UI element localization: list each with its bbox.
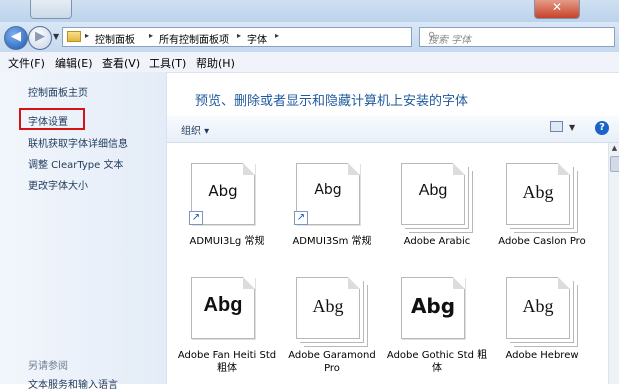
chevron-right-icon[interactable]: ▸ (149, 31, 153, 40)
menu-help[interactable]: 帮助(H) (196, 55, 235, 71)
font-item[interactable]: Abg Adobe Fan Heiti Std 粗体 (175, 267, 279, 387)
control-panel-icon (67, 31, 81, 42)
font-name: Adobe Caslon Pro (498, 236, 586, 247)
font-name: ADMUI3Sm 常规 (292, 236, 372, 247)
font-item[interactable]: Abg Adobe Hebrew (490, 267, 594, 387)
font-preview-text: Abg (312, 296, 344, 316)
arrow-right-icon: ▶ (35, 29, 45, 44)
font-name: Adobe Arabic (403, 236, 471, 247)
command-bar: 组织 ▾ ▼ ? (167, 116, 619, 143)
font-preview: Abg (191, 277, 255, 339)
font-name: Adobe Fan Heiti Std 粗体 (177, 350, 277, 374)
font-name: Adobe Hebrew (505, 350, 579, 361)
font-preview: Abg (401, 163, 465, 225)
font-list: Abg ↗ ADMUI3Lg 常规 Abg ↗ ADMUI3Sm 常规 Abg … (167, 143, 608, 384)
font-preview-text: Abg (410, 294, 456, 318)
breadcrumb-all-items[interactable]: 所有控制面板项 (159, 31, 229, 46)
font-preview: Abg (296, 277, 360, 339)
chevron-right-icon[interactable]: ▸ (275, 31, 279, 40)
shortcut-arrow-icon: ↗ (189, 211, 203, 225)
address-bar[interactable]: ▸ 控制面板 ▸ 所有控制面板项 ▸ 字体 ▸ ▼ ⟳ (62, 27, 471, 47)
font-item[interactable]: Abg ↗ ADMUI3Sm 常规 (280, 153, 384, 273)
search-input[interactable]: 搜索 字体 ⚲ (419, 27, 615, 47)
scrollbar-thumb[interactable] (610, 156, 619, 172)
font-name: ADMUI3Lg 常规 (189, 236, 265, 247)
font-preview: Abg (401, 277, 465, 339)
highlight-box (19, 108, 85, 130)
recent-pages-dropdown[interactable]: ▼ (53, 32, 59, 41)
font-preview-text: Abg (522, 296, 554, 316)
font-preview-text: Abg (418, 182, 448, 199)
title-bar (0, 0, 619, 22)
font-preview-text: Abg (203, 294, 243, 316)
scroll-up-icon[interactable]: ▲ (609, 143, 619, 154)
font-preview: Abg (506, 277, 570, 339)
back-button[interactable]: ◀ (4, 26, 28, 50)
font-item[interactable]: Abg Adobe Gothic Std 粗体 (385, 267, 489, 387)
menu-file[interactable]: 文件(F) (8, 55, 45, 71)
page-title: 预览、删除或者显示和隐藏计算机上安装的字体 (195, 94, 469, 109)
menu-edit[interactable]: 编辑(E) (55, 55, 93, 71)
link-get-font-info-online[interactable]: 联机获取字体详细信息 (28, 135, 128, 150)
font-name: Adobe Gothic Std 粗体 (386, 350, 488, 374)
font-preview: Abg (506, 163, 570, 225)
link-change-font-size[interactable]: 更改字体大小 (28, 177, 88, 192)
close-icon: ✕ (551, 0, 563, 14)
font-item[interactable]: Abg ↗ ADMUI3Lg 常规 (175, 153, 279, 273)
breadcrumb-control-panel[interactable]: 控制面板 (95, 31, 135, 46)
help-icon[interactable]: ? (595, 121, 609, 135)
view-options-dropdown-icon[interactable]: ▼ (569, 123, 575, 132)
organize-button[interactable]: 组织 ▾ (181, 122, 209, 137)
font-preview-text: Abg (314, 182, 342, 198)
menu-bar: 文件(F) 编辑(E) 查看(V) 工具(T) 帮助(H) (0, 52, 619, 73)
see-also-heading: 另请参阅 (28, 361, 68, 372)
menu-tools[interactable]: 工具(T) (149, 55, 186, 71)
font-item[interactable]: Abg Adobe Arabic (385, 153, 489, 273)
chevron-right-icon[interactable]: ▸ (85, 31, 89, 40)
font-item[interactable]: Abg Adobe Caslon Pro (490, 153, 594, 273)
forward-button[interactable]: ▶ (28, 26, 52, 50)
breadcrumb-fonts[interactable]: 字体 (247, 31, 267, 46)
font-preview-text: Abg (522, 182, 554, 202)
change-view-icon[interactable] (550, 121, 563, 132)
shortcut-arrow-icon: ↗ (294, 211, 308, 225)
vertical-scrollbar[interactable]: ▲ (608, 143, 619, 384)
minimize-button[interactable] (30, 0, 72, 19)
font-item[interactable]: Abg Adobe Garamond Pro (280, 267, 384, 387)
chevron-right-icon[interactable]: ▸ (237, 31, 241, 40)
link-control-panel-home[interactable]: 控制面板主页 (28, 84, 88, 99)
font-preview-text: Abg (208, 182, 238, 200)
close-button[interactable]: ✕ (534, 0, 580, 19)
font-name: Adobe Garamond Pro (288, 350, 376, 374)
arrow-left-icon: ◀ (11, 29, 21, 44)
menu-view[interactable]: 查看(V) (102, 55, 140, 71)
search-icon[interactable]: ⚲ (428, 31, 610, 42)
link-adjust-cleartype[interactable]: 调整 ClearType 文本 (28, 156, 123, 171)
